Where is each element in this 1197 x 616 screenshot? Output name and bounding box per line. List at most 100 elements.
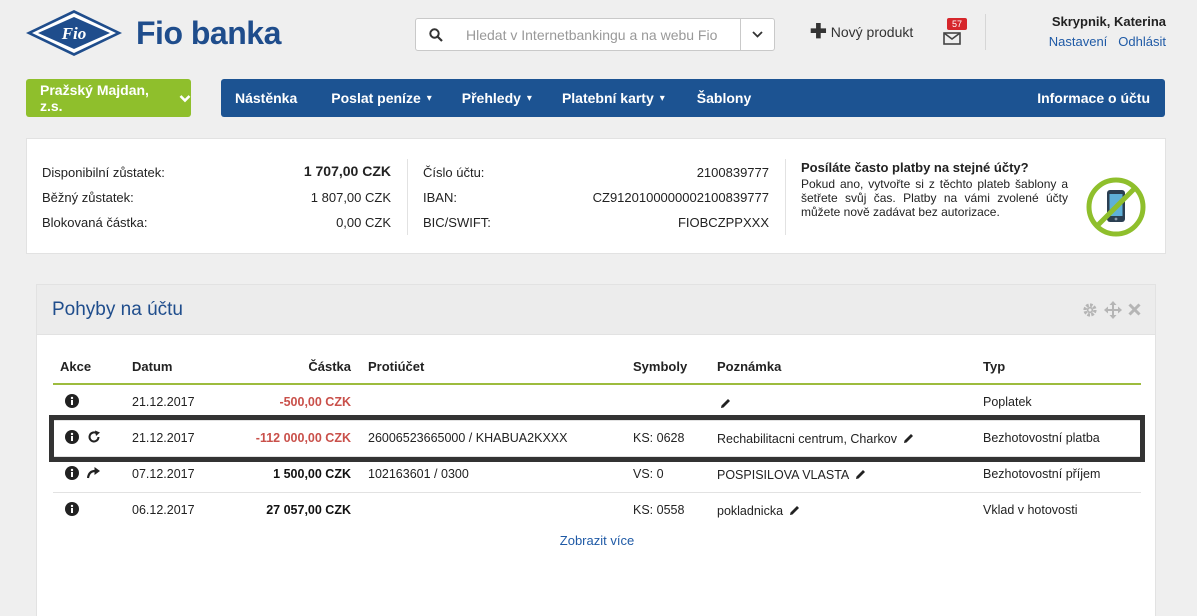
logo-mark-text: Fio <box>61 24 87 43</box>
promo-text: Pokud ano, vytvořte si z těchto plateb š… <box>801 177 1068 219</box>
gear-icon[interactable] <box>1082 302 1098 318</box>
nav-send-money[interactable]: Poslat peníze ▾ <box>311 79 446 117</box>
col-symbols: Symboly <box>633 359 688 374</box>
account-select[interactable]: Pražský Majdan, z.s. <box>26 79 191 117</box>
search-input[interactable] <box>456 19 740 50</box>
promo-title: Posíláte často platby na stejné účty? <box>801 160 1029 175</box>
bic-value: FIOBCZPPXXX <box>677 215 769 230</box>
panel-title: Pohyby na účtu <box>52 298 183 320</box>
info-icon[interactable] <box>65 394 79 413</box>
row-amount: -112 000,00 CZK <box>255 431 351 445</box>
pencil-icon[interactable] <box>855 469 866 483</box>
search-box <box>415 18 775 51</box>
available-balance-value: 1 707,00 CZK <box>303 163 391 179</box>
table-row: 21.12.2017 -112 000,00 CZK 2600652366500… <box>53 421 1141 457</box>
main-nav: Nástěnka Poslat peníze ▾ Přehledy ▾ Plateb… <box>221 79 1165 117</box>
show-more-link[interactable]: Zobrazit více <box>53 533 1141 548</box>
mail-button[interactable]: 57 <box>942 18 972 52</box>
settings-link[interactable]: Nastavení <box>1049 34 1108 49</box>
nav-dashboard-label: Nástěnka <box>235 90 298 106</box>
available-balance-label: Disponibilní zůstatek: <box>42 165 165 180</box>
user-name: Skrypnik, Katerina <box>1051 14 1166 29</box>
col-date[interactable]: Datum <box>132 359 172 374</box>
iban-value: CZ9120100000002100839777 <box>592 190 769 205</box>
row-note: POSPISILOVA VLASTA <box>717 468 866 483</box>
pencil-icon[interactable] <box>720 398 731 412</box>
no-phone-icon <box>1086 177 1146 242</box>
row-note-text: Rechabilitacni centrum, Charkov <box>717 432 897 446</box>
header-divider <box>985 14 986 50</box>
row-note: Rechabilitacni centrum, Charkov <box>717 432 914 447</box>
transactions-panel: Pohyby na účtu Akce Datum Částka Protiúč… <box>36 284 1156 616</box>
blocked-amount-label: Blokovaná částka: <box>42 215 148 230</box>
blocked-amount-value: 0,00 CZK <box>336 215 391 230</box>
user-panel: Skrypnik, Katerina Nastavení Odhlásit <box>1038 14 1166 49</box>
account-number-value: 2100839777 <box>696 165 769 180</box>
move-icon[interactable] <box>1104 300 1122 319</box>
table-row: 07.12.2017 1 500,00 CZK 102163601 / 0300… <box>53 457 1141 493</box>
row-counter-account: 102163601 / 0300 <box>368 467 469 481</box>
chevron-down-icon: ▾ <box>526 92 532 104</box>
info-icon[interactable] <box>65 502 79 521</box>
row-date: 07.12.2017 <box>132 467 195 481</box>
panel-header: Pohyby na účtu <box>37 285 1155 335</box>
row-symbols: KS: 0558 <box>633 503 685 517</box>
nav-cards-label: Platební karty <box>561 90 654 106</box>
nav-dashboard[interactable]: Nástěnka <box>221 79 311 117</box>
summary-divider <box>407 159 408 235</box>
chevron-down-icon[interactable] <box>740 19 774 50</box>
col-actions: Akce <box>60 359 92 374</box>
repeat-icon[interactable] <box>87 430 101 449</box>
row-amount: -500,00 CZK <box>279 395 351 409</box>
col-type[interactable]: Typ <box>983 359 1005 374</box>
current-balance-value: 1 807,00 CZK <box>310 190 391 205</box>
summary-divider <box>785 159 786 235</box>
row-note: pokladnicka <box>717 504 800 519</box>
mail-count-badge: 57 <box>947 18 968 30</box>
nav-overviews[interactable]: Přehledy ▾ <box>446 79 546 117</box>
nav-account-info-label: Informace o účtu <box>1037 90 1150 106</box>
pencil-icon[interactable] <box>789 505 800 519</box>
row-note-text: pokladnicka <box>717 504 784 518</box>
col-note: Poznámka <box>717 359 782 374</box>
row-counter-account: 26006523665000 / KHABUA2KXXX <box>368 431 568 445</box>
row-type: Vklad v hotovosti <box>983 503 1078 517</box>
pencil-icon[interactable] <box>903 433 914 447</box>
row-type: Poplatek <box>983 395 1032 409</box>
row-symbols: KS: 0628 <box>633 431 685 445</box>
current-balance-label: Běžný zůstatek: <box>42 190 134 205</box>
account-name: Pražský Majdan, z.s. <box>40 82 149 114</box>
col-counter-account[interactable]: Protiúčet <box>368 359 424 374</box>
row-note-text: POSPISILOVA VLASTA <box>717 468 850 482</box>
nav-overviews-label: Přehledy <box>461 90 521 106</box>
search-icon[interactable] <box>416 27 456 42</box>
forward-icon[interactable] <box>86 466 101 484</box>
row-date: 06.12.2017 <box>132 503 195 517</box>
row-date: 21.12.2017 <box>132 431 195 445</box>
info-icon[interactable] <box>65 430 79 449</box>
close-icon[interactable] <box>1128 303 1141 316</box>
info-icon[interactable] <box>65 466 79 485</box>
iban-label: IBAN: <box>423 190 457 205</box>
nav-templates-label: Šablony <box>696 90 752 106</box>
row-amount: 27 057,00 CZK <box>266 503 351 517</box>
envelope-icon <box>943 32 961 45</box>
nav-account-info[interactable]: Informace o účtu <box>1023 79 1165 117</box>
chevron-down-icon <box>179 94 191 102</box>
table-row: 06.12.2017 27 057,00 CZK KS: 0558 poklad… <box>53 493 1141 529</box>
col-amount[interactable]: Částka <box>308 359 351 374</box>
bic-label: BIC/SWIFT: <box>423 215 491 230</box>
logout-link[interactable]: Odhlásit <box>1118 34 1166 49</box>
brand-name: Fio banka <box>136 14 281 51</box>
nav-send-money-label: Poslat peníze <box>331 90 421 106</box>
new-product-label: Nový produkt <box>830 24 914 40</box>
new-product-button[interactable]: ✚ Nový produkt <box>810 22 914 42</box>
account-summary: Disponibilní zůstatek: 1 707,00 CZK Běžn… <box>26 138 1166 254</box>
fio-logo[interactable]: Fio Fio banka <box>26 8 281 58</box>
nav-cards[interactable]: Platební karty ▾ <box>546 79 679 117</box>
row-symbols: VS: 0 <box>633 467 664 481</box>
row-amount: 1 500,00 CZK <box>273 467 351 481</box>
row-type: Bezhotovostní platba <box>983 431 1100 445</box>
nav-templates[interactable]: Šablony <box>679 79 765 117</box>
account-number-label: Číslo účtu: <box>423 165 485 180</box>
